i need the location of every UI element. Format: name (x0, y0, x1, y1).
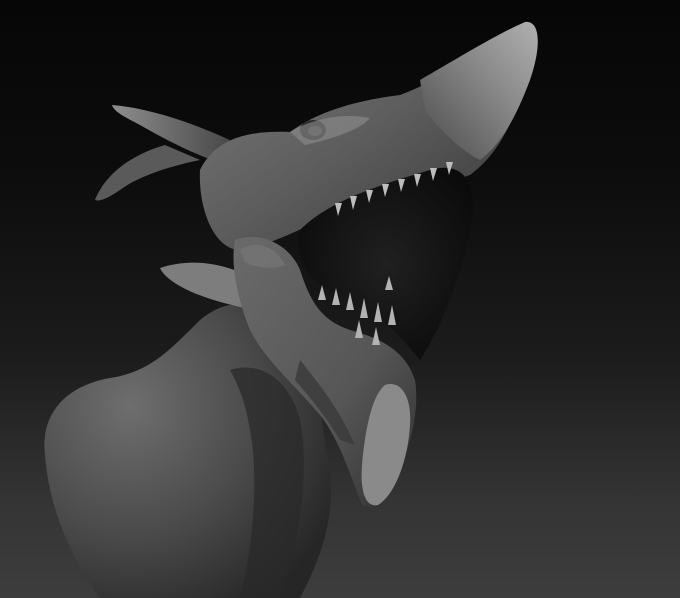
3d-viewport[interactable] (0, 0, 680, 598)
horn-lower-back (95, 145, 200, 201)
creature-sculpt-render (44, 21, 538, 598)
